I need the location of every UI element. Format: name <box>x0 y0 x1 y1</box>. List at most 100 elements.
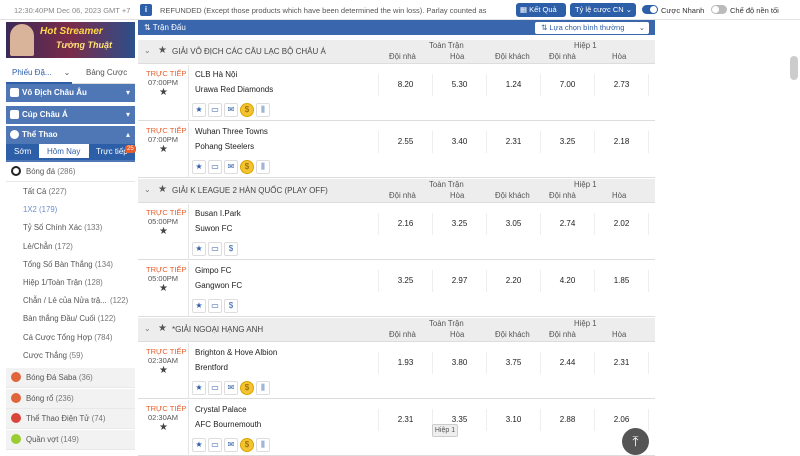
tab-today[interactable]: Hôm Nay <box>39 144 89 160</box>
market-item[interactable]: Bàn thắng Đầu/ Cuối (122) <box>6 310 135 329</box>
away-team[interactable]: Suwon FC <box>195 224 232 233</box>
odds-cell[interactable]: 4.20 <box>540 270 594 292</box>
away-team[interactable]: Gangwon FC <box>195 281 242 290</box>
home-team[interactable]: Wuhan Three Towns <box>195 127 268 136</box>
mail-icon[interactable]: ✉ <box>224 103 238 117</box>
coin-icon[interactable]: $ <box>240 381 254 395</box>
market-item[interactable]: Tỷ Số Chính Xác (133) <box>6 219 135 238</box>
tab-bet-slip[interactable]: Phiếu Đặ... ⌄ <box>12 68 70 77</box>
info-icon[interactable]: i <box>140 4 152 16</box>
favorite-star-icon[interactable]: ★ <box>159 422 168 433</box>
home-team[interactable]: Gimpo FC <box>195 266 231 275</box>
quick-bet-toggle[interactable] <box>642 5 658 14</box>
odds-cell[interactable]: 1.24 <box>486 74 540 96</box>
star-icon[interactable]: ★ <box>192 160 206 174</box>
scroll-to-top-button[interactable]: ⤒ <box>622 428 649 455</box>
page-scrollbar[interactable] <box>790 56 798 80</box>
tab-bet-table[interactable]: Bảng Cược <box>86 68 127 77</box>
away-team[interactable]: Pohang Steelers <box>195 142 254 151</box>
odds-cell[interactable]: 3.10 <box>486 409 540 431</box>
home-team[interactable]: Brighton & Hove Albion <box>195 348 277 357</box>
star-icon[interactable]: ★ <box>192 438 206 452</box>
sport-football[interactable]: Bóng đá (286) <box>6 162 135 182</box>
odds-cell[interactable]: 3.25 <box>378 270 432 292</box>
odds-cell[interactable]: 2.31 <box>486 131 540 153</box>
odds-format-select[interactable]: Tỷ lệ cược CN ⌄ <box>570 3 636 17</box>
tv-icon[interactable]: ▭ <box>208 160 222 174</box>
tv-icon[interactable]: ▭ <box>208 103 222 117</box>
dark-mode-toggle[interactable] <box>711 5 727 14</box>
market-item[interactable]: Tất Cả (227) <box>6 183 135 201</box>
odds-cell[interactable]: 1.93 <box>378 352 432 374</box>
coin-icon[interactable]: $ <box>224 242 238 256</box>
tv-icon[interactable]: ▭ <box>208 381 222 395</box>
home-team[interactable]: Busan I.Park <box>195 209 241 218</box>
market-item[interactable]: Hiệp 1/Toàn Trận (128) <box>6 274 135 292</box>
results-button[interactable]: ▦ Kết Quả <box>516 3 566 17</box>
odds-cell[interactable]: 7.00 <box>540 74 594 96</box>
market-item[interactable]: Tổng Số Bàn Thắng (134) <box>6 255 135 274</box>
favorite-star-icon[interactable]: ★ <box>159 365 168 376</box>
tv-icon[interactable]: ▭ <box>208 299 222 313</box>
mail-icon[interactable]: ✉ <box>224 438 238 452</box>
tab-early[interactable]: Sớm <box>14 144 31 160</box>
market-item[interactable]: 1X2 (179) <box>6 201 135 220</box>
favorite-star-icon[interactable]: ★ <box>159 283 168 294</box>
odds-cell[interactable]: 3.25 <box>540 131 594 153</box>
mail-icon[interactable]: ✉ <box>224 160 238 174</box>
market-item[interactable]: Cá Cược Tổng Hợp (784) <box>6 328 135 347</box>
star-icon[interactable]: ★ <box>192 242 206 256</box>
odds-cell[interactable]: 2.73 <box>594 74 648 96</box>
odds-cell[interactable]: 2.18 <box>594 131 648 153</box>
odds-cell[interactable]: 2.02 <box>594 213 648 235</box>
odds-cell[interactable]: 2.97 <box>432 270 486 292</box>
odds-cell[interactable]: 3.25 <box>432 213 486 235</box>
coin-icon[interactable]: $ <box>240 438 254 452</box>
odds-cell[interactable]: 3.75 <box>486 352 540 374</box>
sport-item[interactable]: Bóng rổ (236) <box>6 388 135 409</box>
stats-icon[interactable]: ⫼ <box>256 160 270 174</box>
odds-cell[interactable]: 3.40 <box>432 131 486 153</box>
odds-cell[interactable]: 2.74 <box>540 213 594 235</box>
market-item[interactable]: Lẻ/Chẵn (172) <box>6 237 135 256</box>
odds-cell[interactable]: 2.44 <box>540 352 594 374</box>
coin-icon[interactable]: $ <box>240 160 254 174</box>
stats-icon[interactable]: ⫼ <box>256 381 270 395</box>
odds-cell[interactable]: 5.30 <box>432 74 486 96</box>
sport-item[interactable]: Quần vợt (149) <box>6 429 135 450</box>
odds-cell[interactable]: 8.20 <box>378 74 432 96</box>
odds-cell[interactable]: 3.80 <box>432 352 486 374</box>
odds-cell[interactable]: 2.16 <box>378 213 432 235</box>
odds-cell[interactable]: 2.88 <box>540 409 594 431</box>
odds-cell[interactable]: 2.31 <box>594 352 648 374</box>
away-team[interactable]: AFC Bournemouth <box>195 420 261 429</box>
home-team[interactable]: CLB Hà Nội <box>195 70 237 79</box>
star-icon[interactable]: ★ <box>192 299 206 313</box>
odds-cell[interactable]: 2.20 <box>486 270 540 292</box>
star-icon[interactable]: ★ <box>192 103 206 117</box>
tab-live[interactable]: Trực tiếp 25 <box>96 144 136 160</box>
star-icon[interactable]: ★ <box>192 381 206 395</box>
sidebar-section-asia-cup[interactable]: Cúp Châu Á ▾ <box>6 106 135 124</box>
sport-item[interactable]: Thể Thao Điện Tử (74) <box>6 409 135 429</box>
odds-cell[interactable]: 2.31 <box>378 409 432 431</box>
sidebar-section-sports[interactable]: Thể Thao ▴ <box>6 126 135 144</box>
market-item[interactable]: Chẵn / Lẻ của Nửa trậ... (122) <box>6 292 135 311</box>
hot-streamer-banner[interactable]: Hot Streamer Tường Thuật <box>6 22 135 58</box>
market-item[interactable]: Cược Thắng (59) <box>6 346 135 365</box>
odds-cell[interactable]: 2.06 <box>594 409 648 431</box>
coin-icon[interactable]: $ <box>224 299 238 313</box>
mail-icon[interactable]: ✉ <box>224 381 238 395</box>
away-team[interactable]: Urawa Red Diamonds <box>195 85 273 94</box>
odds-cell[interactable]: 2.55 <box>378 131 432 153</box>
sport-item[interactable]: Bóng Đá Saba (36) <box>6 368 135 388</box>
home-team[interactable]: Crystal Palace <box>195 405 247 414</box>
sidebar-section-europe[interactable]: Vô Địch Châu Âu ▾ <box>6 84 135 102</box>
odds-cell[interactable]: 1.85 <box>594 270 648 292</box>
stats-icon[interactable]: ⫼ <box>256 438 270 452</box>
tv-icon[interactable]: ▭ <box>208 242 222 256</box>
tv-icon[interactable]: ▭ <box>208 438 222 452</box>
odds-cell[interactable]: 3.05 <box>486 213 540 235</box>
favorite-star-icon[interactable]: ★ <box>159 87 168 98</box>
coin-icon[interactable]: $ <box>240 103 254 117</box>
